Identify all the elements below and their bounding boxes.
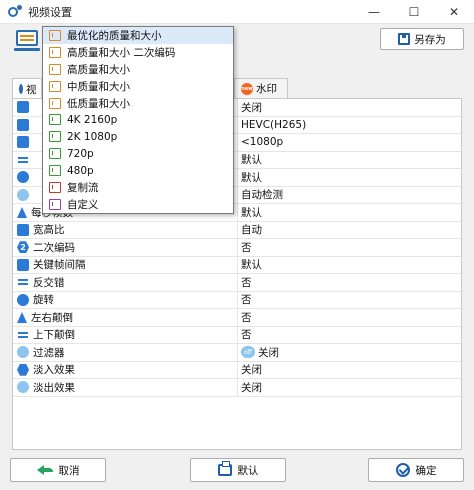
- title-bar: 视频设置 — ☐ ✕: [0, 0, 474, 24]
- tab-watermark-label: 水印: [256, 83, 277, 95]
- ok-button[interactable]: 确定: [368, 458, 464, 482]
- row-value: 默认: [241, 206, 262, 219]
- dropdown-item[interactable]: 2K 1080p: [43, 128, 233, 145]
- row-value: 自动检测: [241, 189, 283, 202]
- bitrate-icon: [17, 154, 29, 166]
- row-value: 关闭: [241, 101, 262, 114]
- row-value: 默认: [241, 154, 262, 167]
- fade-out-icon: [17, 381, 29, 394]
- resolution-preset-icon: [49, 114, 61, 126]
- flip-horizontal-icon: [17, 311, 27, 323]
- settings-row-fade-in[interactable]: 淡入效果 关闭: [13, 361, 461, 379]
- printer-icon: [217, 461, 232, 476]
- default-button[interactable]: 默认: [190, 458, 286, 482]
- default-label: 默认: [237, 464, 259, 477]
- save-as-button[interactable]: 另存为: [380, 28, 464, 50]
- row-value: 默认: [241, 259, 262, 272]
- settings-row-two-pass[interactable]: 2 二次编码否: [13, 239, 461, 257]
- row-value: 否: [241, 241, 252, 254]
- row-value: 关闭: [241, 381, 262, 394]
- resolution-preset-icon: [49, 131, 61, 143]
- dropdown-item[interactable]: 低质量和大小: [43, 95, 233, 112]
- row-value: 关闭: [241, 364, 262, 377]
- settings-row-aspect[interactable]: 宽高比 自动: [13, 221, 461, 239]
- fade-in-icon: [17, 363, 29, 376]
- filter-icon: [17, 346, 29, 359]
- two-pass-icon: 2: [17, 241, 29, 254]
- codec-icon: [17, 118, 29, 131]
- dropdown-item[interactable]: 中质量和大小: [43, 78, 233, 95]
- keyframe-icon: [17, 258, 29, 271]
- row-value: HEVC(H265): [241, 118, 307, 131]
- settings-row-flip-vertical[interactable]: 上下颠倒否: [13, 326, 461, 344]
- preset-icon: [49, 97, 61, 109]
- quality-icon: [17, 171, 29, 184]
- dropdown-item[interactable]: 720p: [43, 145, 233, 162]
- row-value: <1080p: [241, 136, 284, 149]
- settings-row-flip-horizontal[interactable]: 左右颠倒否: [13, 309, 461, 327]
- dropdown-item[interactable]: 自定义: [43, 196, 233, 213]
- maximize-button[interactable]: ☐: [394, 0, 434, 24]
- row-value: 否: [241, 276, 252, 289]
- fps-icon: [17, 206, 27, 218]
- rotate-icon: [17, 293, 29, 306]
- resolution-preset-icon: [49, 165, 61, 177]
- tab-video-label: 视: [26, 83, 37, 96]
- minimize-button[interactable]: —: [354, 0, 394, 24]
- row-value: 自动: [241, 224, 262, 237]
- check-icon: [395, 463, 410, 477]
- app-camera-icon: [8, 4, 22, 19]
- dropdown-item[interactable]: 最优化的质量和大小: [43, 27, 233, 44]
- settings-row-keyframe[interactable]: 关键帧间隔 默认: [13, 256, 461, 274]
- detect-icon: [17, 188, 29, 201]
- preset-dropdown[interactable]: 最优化的质量和大小 高质量和大小 二次编码 高质量和大小 中质量和大小 低质量和…: [42, 26, 234, 214]
- watermark-icon: new: [241, 82, 253, 95]
- aspect-ratio-icon: [17, 223, 29, 236]
- save-as-label: 另存为: [414, 33, 446, 46]
- off-badge-icon: off: [241, 346, 255, 359]
- row-value: 否: [241, 329, 252, 342]
- row-value: 默认: [241, 171, 262, 184]
- cancel-button[interactable]: 取消: [10, 458, 106, 482]
- dropdown-item[interactable]: 4K 2160p: [43, 111, 233, 128]
- dropdown-item[interactable]: 480p: [43, 162, 233, 179]
- ok-label: 确定: [415, 464, 437, 477]
- dropdown-item[interactable]: 高质量和大小: [43, 61, 233, 78]
- close-button[interactable]: ✕: [434, 0, 474, 24]
- dropdown-item[interactable]: 高质量和大小 二次编码: [43, 44, 233, 61]
- settings-row-rotate[interactable]: 旋转否: [13, 291, 461, 309]
- resolution-icon: [17, 136, 29, 149]
- row-icon: [17, 101, 29, 114]
- preset-settings-icon[interactable]: [14, 30, 40, 52]
- video-tab-icon: [19, 84, 23, 94]
- row-value: 否: [241, 294, 252, 307]
- settings-row-fade-out[interactable]: 淡出效果 关闭: [13, 379, 461, 397]
- save-disk-icon: [398, 33, 411, 45]
- row-value: 否: [241, 311, 252, 324]
- tab-watermark[interactable]: new 水印: [234, 78, 288, 98]
- back-arrow-icon: [36, 464, 53, 476]
- preset-icon: [49, 29, 61, 41]
- copy-stream-icon: [49, 181, 61, 193]
- custom-icon: [49, 198, 61, 210]
- preset-icon: [49, 63, 61, 75]
- flip-vertical-icon: [17, 329, 29, 341]
- row-value: off 关闭: [239, 344, 279, 361]
- deinterlace-icon: [17, 276, 29, 288]
- resolution-preset-icon: [49, 148, 61, 160]
- preset-icon: [49, 80, 61, 92]
- tab-video[interactable]: 视: [12, 78, 42, 99]
- settings-row-deinterlace[interactable]: 反交错否: [13, 274, 461, 292]
- preset-icon: [49, 46, 61, 58]
- settings-row-filter[interactable]: 过滤器 off 关闭: [13, 344, 461, 362]
- cancel-label: 取消: [58, 464, 80, 477]
- dropdown-item[interactable]: 复制流: [43, 179, 233, 196]
- window-title: 视频设置: [28, 5, 72, 19]
